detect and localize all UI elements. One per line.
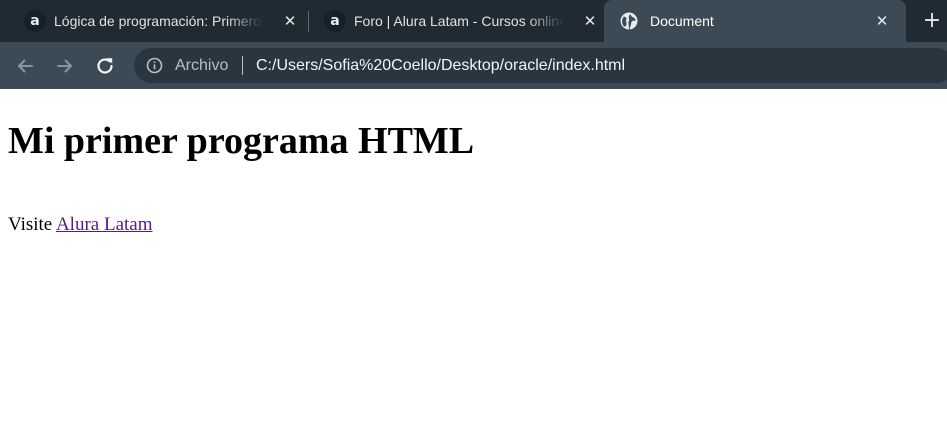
arrow-left-icon <box>18 59 33 73</box>
tab-separator <box>308 11 309 32</box>
back-button[interactable] <box>12 53 38 79</box>
tab-strip: a Lógica de programación: Primeros ✕ a F… <box>0 0 947 42</box>
close-icon[interactable]: ✕ <box>874 13 890 29</box>
close-icon[interactable]: ✕ <box>582 13 598 29</box>
scheme-label: Archivo <box>175 57 229 74</box>
browser-toolbar: Archivo C:/Users/Sofia%20Coello/Desktop/… <box>0 42 947 90</box>
tab-logica-programacion[interactable]: a Lógica de programación: Primeros ✕ <box>14 0 304 42</box>
page-heading: Mi primer programa HTML <box>8 120 475 162</box>
address-bar[interactable]: Archivo C:/Users/Sofia%20Coello/Desktop/… <box>134 48 947 83</box>
globe-icon <box>618 10 640 32</box>
alura-a-icon: a <box>24 10 46 32</box>
omnibox-separator <box>242 56 243 75</box>
page-paragraph: Visite Alura Latam <box>8 213 153 237</box>
alura-latam-link[interactable]: Alura Latam <box>56 214 153 235</box>
new-tab-button[interactable]: + <box>920 9 944 33</box>
forward-button[interactable] <box>52 53 78 79</box>
tab-title: Foro | Alura Latam - Cursos online <box>354 13 564 29</box>
tab-foro-alura[interactable]: a Foro | Alura Latam - Cursos online ✕ <box>314 0 604 42</box>
arrow-right-icon <box>57 59 72 73</box>
tab-title: Lógica de programación: Primeros <box>54 13 264 29</box>
alura-a-icon: a <box>324 10 346 32</box>
url-text[interactable]: C:/Users/Sofia%20Coello/Desktop/oracle/i… <box>256 48 625 83</box>
reload-button[interactable] <box>92 53 118 79</box>
tab-title: Document <box>650 13 714 29</box>
info-icon[interactable] <box>146 57 163 74</box>
tab-document-active[interactable]: Document ✕ <box>604 0 906 42</box>
reload-icon <box>97 58 113 74</box>
page-content: Mi primer programa HTML Visite Alura Lat… <box>0 89 947 437</box>
close-icon[interactable]: ✕ <box>282 13 298 29</box>
paragraph-prefix: Visite <box>8 214 53 235</box>
